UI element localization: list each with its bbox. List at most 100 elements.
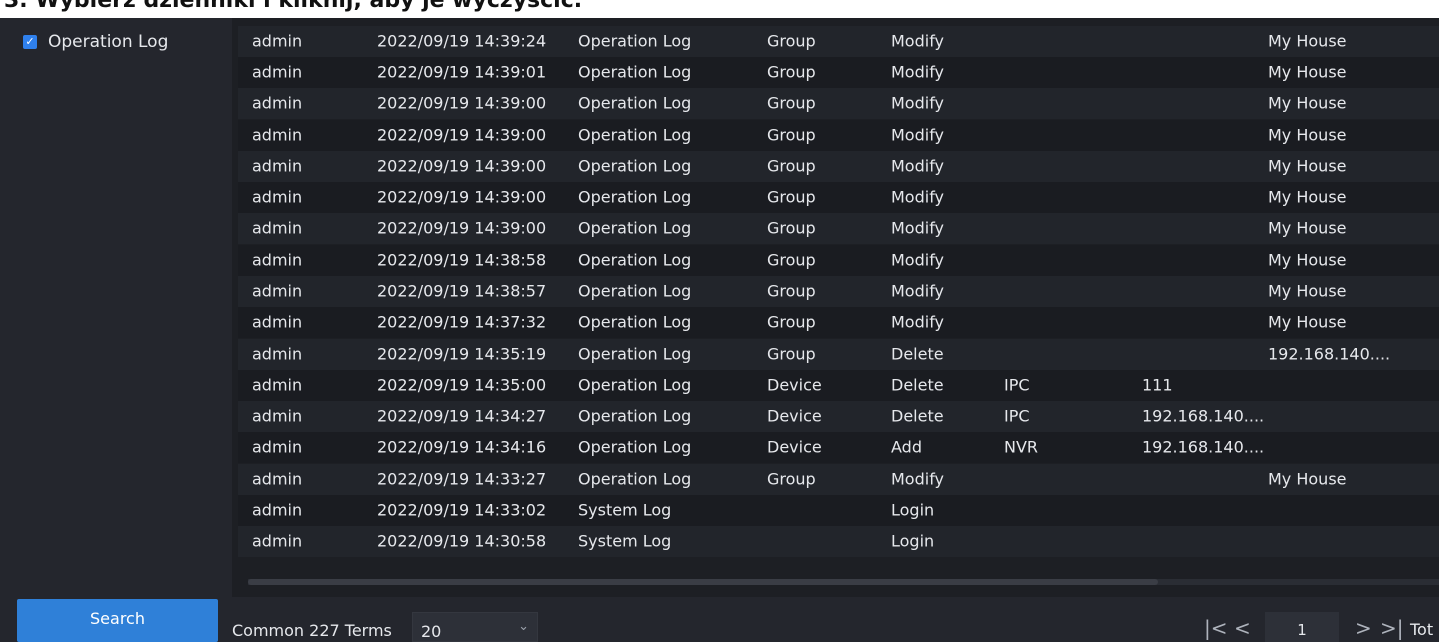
cell-time: 2022/09/19 14:39:24 <box>377 31 547 51</box>
left-panel: ✓ Operation Log Search <box>0 0 232 642</box>
cell-log-type: Operation Log <box>578 250 692 270</box>
cell-user: admin <box>252 312 303 332</box>
cell-log-type: Operation Log <box>578 312 692 332</box>
cell-user: admin <box>252 469 303 489</box>
cell-time: 2022/09/19 14:35:19 <box>377 344 547 364</box>
cell-group: My House <box>1268 93 1347 113</box>
table-row[interactable]: admin 2022/09/19 14:34:27 Operation Log Dev… <box>238 401 1439 432</box>
next-page-icon[interactable]: > <box>1355 616 1372 640</box>
table-row[interactable]: admin 2022/09/19 14:39:00 Operation Log Gro… <box>238 88 1439 119</box>
cell-operation: Modify <box>891 62 945 82</box>
cell-operation: Login <box>891 531 935 551</box>
cell-log-type: System Log <box>578 500 672 520</box>
cell-device: 192.168.140.... <box>1142 406 1265 426</box>
table-row[interactable]: admin 2022/09/19 14:30:58 System Log Login <box>238 526 1439 557</box>
cell-time: 2022/09/19 14:34:16 <box>377 437 547 457</box>
cell-object: Group <box>767 312 816 332</box>
scrollbar-thumb[interactable] <box>248 579 1158 585</box>
cell-group: My House <box>1268 125 1347 145</box>
cell-user: admin <box>252 250 303 270</box>
table-row[interactable]: admin 2022/09/19 14:35:00 Operation Log Dev… <box>238 370 1439 401</box>
cell-time: 2022/09/19 14:38:57 <box>377 281 547 301</box>
table-row[interactable]: admin 2022/09/19 14:39:00 Operation Log Gro… <box>238 120 1439 151</box>
cell-user: admin <box>252 500 303 520</box>
current-page-input[interactable] <box>1265 612 1339 642</box>
cell-time: 2022/09/19 14:39:00 <box>377 218 547 238</box>
cell-time: 2022/09/19 14:39:01 <box>377 62 547 82</box>
table-row[interactable]: admin 2022/09/19 14:37:32 Operation Log Gro… <box>238 307 1439 338</box>
cell-log-type: Operation Log <box>578 62 692 82</box>
instruction-caption: 3. Wybierz dzienniki i kliknij, aby je w… <box>0 0 1439 18</box>
table-row[interactable]: admin 2022/09/19 14:39:00 Operation Log Gro… <box>238 213 1439 244</box>
table-row[interactable]: admin 2022/09/19 14:39:00 Operation Log Gro… <box>238 182 1439 213</box>
cell-operation: Delete <box>891 375 944 395</box>
cell-group: My House <box>1268 312 1347 332</box>
first-page-icon[interactable]: |< <box>1204 616 1228 640</box>
cell-operation: Login <box>891 500 935 520</box>
cell-user: admin <box>252 187 303 207</box>
cell-operation: Modify <box>891 187 945 207</box>
cell-device-type: IPC <box>1004 406 1030 426</box>
cell-object: Group <box>767 156 816 176</box>
checkbox-checked-icon[interactable]: ✓ <box>23 35 37 49</box>
cell-operation: Modify <box>891 250 945 270</box>
operation-log-filter[interactable]: ✓ Operation Log <box>23 31 168 53</box>
cell-operation: Add <box>891 437 922 457</box>
cell-operation: Modify <box>891 93 945 113</box>
cell-user: admin <box>252 125 303 145</box>
cell-log-type: Operation Log <box>578 187 692 207</box>
page-size-value: 20 <box>421 622 442 641</box>
cell-object: Group <box>767 469 816 489</box>
cell-log-type: Operation Log <box>578 437 692 457</box>
cell-group: 192.168.140.... <box>1268 344 1391 364</box>
cell-log-type: System Log <box>578 531 672 551</box>
table-row[interactable]: admin 2022/09/19 14:33:27 Operation Log Gro… <box>238 464 1439 495</box>
caption-text: 3. Wybierz dzienniki i kliknij, aby je w… <box>4 0 583 13</box>
cell-user: admin <box>252 31 303 51</box>
search-button[interactable]: Search <box>17 599 218 642</box>
cell-log-type: Operation Log <box>578 125 692 145</box>
horizontal-scrollbar[interactable] <box>248 579 1439 585</box>
cell-user: admin <box>252 375 303 395</box>
pagination-footer: Common 227 Terms 20 ⌄ |< < > >| Tot <box>232 597 1439 642</box>
cell-operation: Delete <box>891 406 944 426</box>
cell-object: Device <box>767 437 822 457</box>
cell-user: admin <box>252 344 303 364</box>
cell-time: 2022/09/19 14:35:00 <box>377 375 547 395</box>
cell-log-type: Operation Log <box>578 469 692 489</box>
cell-group: My House <box>1268 281 1347 301</box>
table-row[interactable]: admin 2022/09/19 14:35:19 Operation Log Gro… <box>238 339 1439 370</box>
cell-user: admin <box>252 406 303 426</box>
cell-operation: Modify <box>891 218 945 238</box>
cell-device: 111 <box>1142 375 1173 395</box>
cell-log-type: Operation Log <box>578 218 692 238</box>
log-table: admin2022/09/19 15:02:42System LogLogout… <box>232 0 1439 597</box>
page-size-select[interactable]: 20 ⌄ <box>412 612 538 642</box>
table-row[interactable]: admin 2022/09/19 14:38:57 Operation Log Gro… <box>238 276 1439 307</box>
cell-object: Group <box>767 187 816 207</box>
last-page-icon[interactable]: >| <box>1380 616 1404 640</box>
table-row[interactable]: admin 2022/09/19 14:39:24 Operation Log Gro… <box>238 26 1439 57</box>
cell-time: 2022/09/19 14:30:58 <box>377 531 547 551</box>
cell-device: 192.168.140.... <box>1142 437 1265 457</box>
cell-user: admin <box>252 281 303 301</box>
cell-operation: Modify <box>891 31 945 51</box>
table-row[interactable]: admin 2022/09/19 14:33:02 System Log Login <box>238 495 1439 526</box>
cell-group: My House <box>1268 250 1347 270</box>
cell-log-type: Operation Log <box>578 281 692 301</box>
table-row[interactable]: admin 2022/09/19 14:39:00 Operation Log Gro… <box>238 151 1439 182</box>
cell-time: 2022/09/19 14:34:27 <box>377 406 547 426</box>
previous-page-icon[interactable]: < <box>1234 616 1251 640</box>
table-row[interactable]: admin 2022/09/19 14:38:58 Operation Log Gro… <box>238 245 1439 276</box>
cell-object: Group <box>767 218 816 238</box>
cell-time: 2022/09/19 14:33:27 <box>377 469 547 489</box>
cell-object: Group <box>767 281 816 301</box>
total-count-text: Common 227 Terms <box>232 621 392 640</box>
cell-operation: Modify <box>891 312 945 332</box>
cell-group: My House <box>1268 469 1347 489</box>
cell-object: Group <box>767 125 816 145</box>
table-row[interactable]: admin 2022/09/19 14:39:01 Operation Log Gro… <box>238 57 1439 88</box>
table-row[interactable]: admin 2022/09/19 14:34:16 Operation Log Dev… <box>238 432 1439 463</box>
cell-object: Group <box>767 62 816 82</box>
cell-group: My House <box>1268 62 1347 82</box>
